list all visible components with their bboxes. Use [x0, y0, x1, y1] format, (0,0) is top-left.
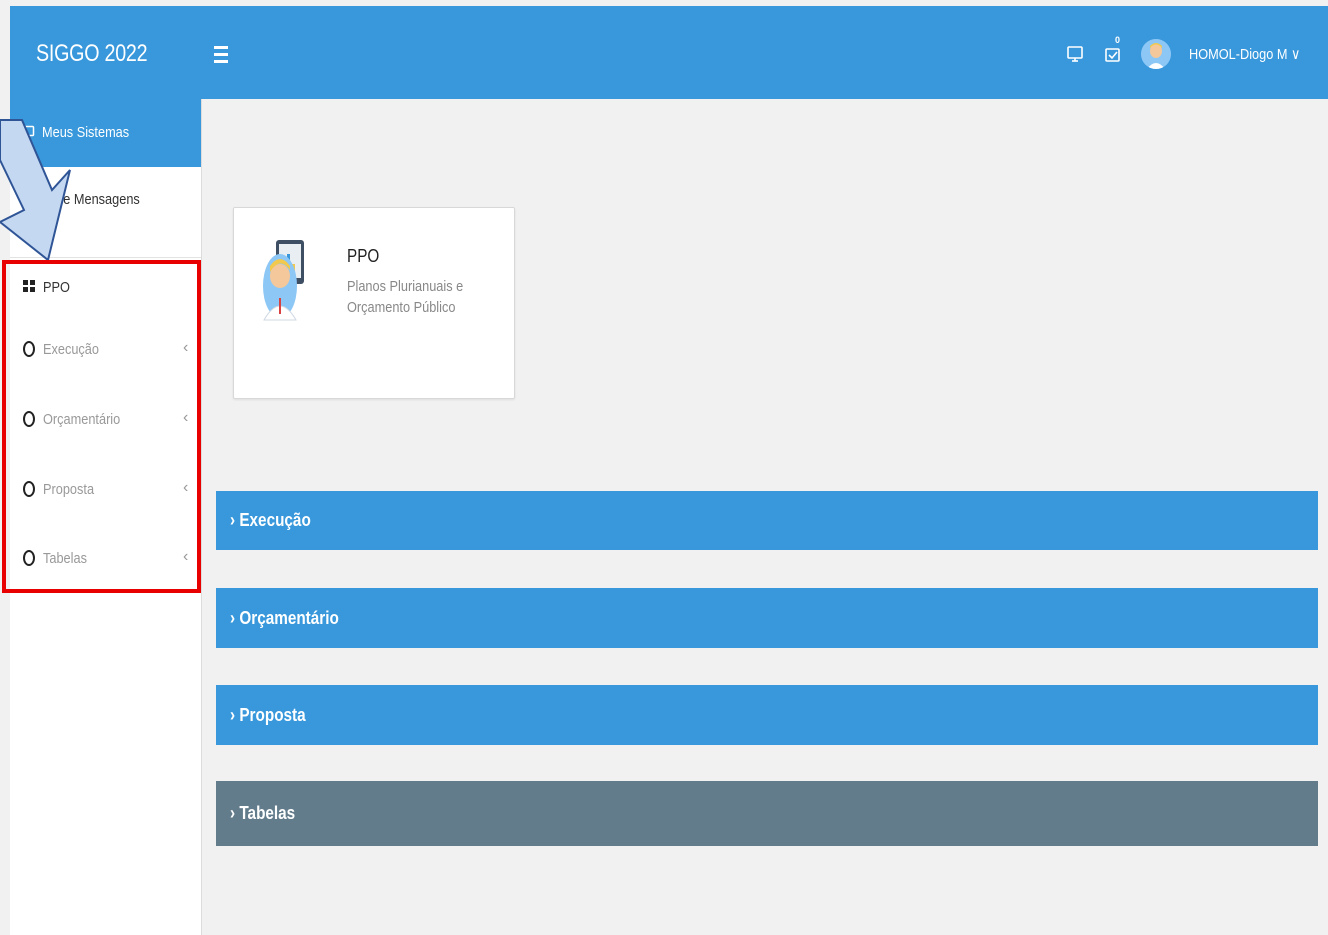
card-subtitle: Planos Plurianuais e Orçamento Público [347, 278, 464, 316]
brand-logo[interactable]: SIGGO 2022 [36, 40, 148, 68]
menu-toggle-icon[interactable] [214, 46, 228, 64]
sidebar-item-label: Orçamentário [43, 411, 121, 428]
accordion-label: › Orçamentário [230, 608, 339, 628]
user-menu[interactable]: HOMOL-Diogo M ∨ [1189, 45, 1300, 63]
monitor-icon [20, 125, 36, 146]
sidebar-section-title: PPO [43, 279, 70, 296]
card-title: PPO [347, 246, 380, 266]
sidebar-item-tabelas[interactable]: Tabelas ‹ [10, 540, 201, 580]
chevron-left-icon: ‹ [183, 479, 189, 496]
sidebar-item-label: Execução [43, 341, 99, 358]
accordion-tabelas[interactable]: › Tabelas [216, 781, 1318, 846]
message-check-icon[interactable]: 0 [1103, 35, 1123, 64]
accordion-execucao[interactable]: › Execução [216, 491, 1318, 550]
circle-icon [23, 550, 35, 566]
top-actions: 0 HOMOL-Diogo M ∨ [1065, 34, 1304, 74]
accordion-orcamentario[interactable]: › Orçamentário [216, 588, 1318, 648]
sidebar-item-label: Tabelas [43, 550, 87, 567]
user-avatar-icon [263, 240, 304, 321]
circle-icon [23, 481, 35, 497]
top-navbar: SIGGO 2022 0 HOMOL-Diogo M ∨ [10, 6, 1328, 99]
chevron-left-icon: ‹ [183, 548, 189, 565]
user-avatar-icon[interactable] [1140, 39, 1171, 69]
sidebar-item-caixa-de-mensagens[interactable]: Caixa de Mensagens [10, 167, 201, 229]
grid-icon [23, 280, 36, 293]
chevron-left-icon: ‹ [183, 339, 189, 356]
accordion-label: › Tabelas [230, 803, 296, 823]
accordion-proposta[interactable]: › Proposta [216, 685, 1318, 745]
sidebar-section-ppo[interactable]: PPO [10, 275, 201, 305]
system-card-ppo[interactable]: PPO Planos Plurianuais e Orçamento Públi… [233, 207, 515, 399]
chevron-left-icon: ‹ [183, 409, 189, 426]
sidebar-item-proposta[interactable]: Proposta ‹ [10, 471, 201, 511]
circle-icon [23, 411, 35, 427]
accordion-label: › Execução [230, 510, 311, 530]
sidebar-item-label: Caixa de Mensagens [20, 191, 140, 208]
sidebar-item-execucao[interactable]: Execução ‹ [10, 331, 201, 371]
sidebar-item-label: Meus Sistemas [42, 124, 130, 141]
sidebar-item-meus-sistemas[interactable]: Meus Sistemas [10, 99, 201, 167]
circle-icon [23, 341, 35, 357]
divider [10, 257, 201, 258]
sidebar-item-label: Proposta [43, 481, 95, 498]
sidebar: Meus Sistemas Caixa de Mensagens PPO Exe… [10, 99, 202, 935]
notification-badge: 0 [1114, 35, 1120, 45]
sidebar-item-orcamentario[interactable]: Orçamentário ‹ [10, 401, 201, 441]
monitor-icon[interactable] [1065, 44, 1085, 64]
accordion-label: › Proposta [230, 705, 306, 725]
